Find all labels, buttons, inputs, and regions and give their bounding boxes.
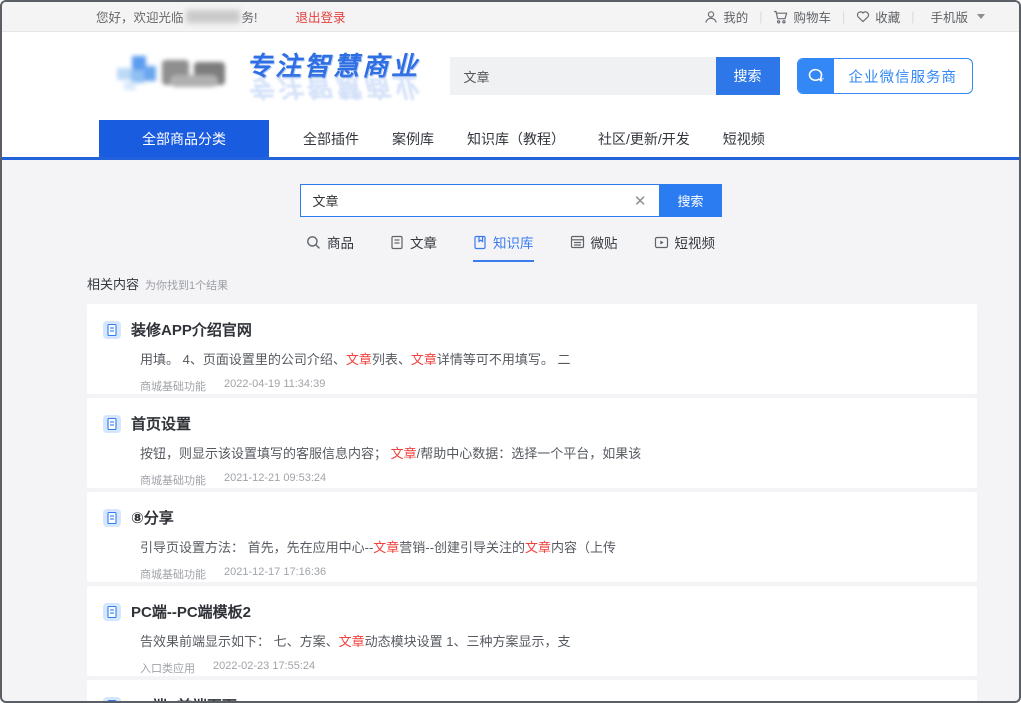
separator: | (911, 10, 914, 24)
result-category: 商城基础功能 (140, 472, 206, 488)
nav-link-知识库（教程）[interactable]: 知识库（教程） (467, 129, 565, 149)
content-search-button[interactable]: 搜索 (660, 184, 722, 217)
post-icon (570, 235, 585, 249)
censored-username (186, 10, 240, 23)
site-header: 专注智慧商业 专注智慧商业 搜索 企业微信服务商 (2, 32, 1019, 120)
document-icon (103, 697, 121, 703)
results-count: 为你找到1个结果 (145, 280, 228, 292)
all-categories-button[interactable]: 全部商品分类 (99, 120, 269, 157)
wechat-service-button[interactable]: 企业微信服务商 (797, 58, 974, 94)
result-meta: 商城基础功能 2022-04-19 11:34:39 (140, 378, 957, 394)
tab-微贴[interactable]: 微贴 (570, 232, 618, 262)
result-meta: 商城基础功能 2021-12-21 09:53:24 (140, 472, 957, 488)
greeting: 您好，欢迎光临 务! 退出登录 (96, 7, 346, 26)
result-title[interactable]: ⑧分享 (131, 507, 174, 528)
tab-短视频[interactable]: 短视频 (654, 232, 716, 262)
result-time: 2021-12-17 17:16:36 (224, 566, 326, 582)
content-search-row: ✕ 搜索 (2, 184, 1019, 217)
result-meta: 商城基础功能 2021-12-17 17:16:36 (140, 566, 957, 582)
slogan-text: 专注智慧商业 (246, 46, 420, 83)
result-item[interactable]: 装修APP介绍官网 用填。 4、页面设置里的公司介绍、文章列表、文章详情等可不用… (87, 304, 977, 394)
result-type-tabs: 商品 文章 知识库 微贴 短视频 (2, 232, 1019, 262)
result-title[interactable]: 首页设置 (131, 413, 191, 434)
header-search: 搜索 (450, 57, 780, 95)
greeting-prefix: 您好，欢迎光临 (96, 7, 184, 26)
greeting-suffix: 务! (242, 7, 258, 26)
topbar-link-我的[interactable]: 我的 (704, 7, 748, 26)
nav-links: 全部插件 案例库 知识库（教程） 社区/更新/开发 短视频 (303, 120, 765, 157)
nav-link-社区/更新/开发[interactable]: 社区/更新/开发 (598, 129, 690, 149)
logout-link[interactable]: 退出登录 (296, 7, 346, 26)
document-icon (103, 321, 121, 339)
result-snippet: 用填。 4、页面设置里的公司介绍、文章列表、文章详情等可不用填写。 二 (140, 349, 957, 368)
main-nav: 全部商品分类 全部插件 案例库 知识库（教程） 社区/更新/开发 短视频 (2, 120, 1019, 157)
result-meta: 入口类应用 2022-02-23 17:55:24 (140, 660, 957, 676)
wechat-service-label: 企业微信服务商 (834, 66, 973, 87)
result-time: 2022-04-19 11:34:39 (224, 378, 325, 394)
browser-page: 您好，欢迎光临 务! 退出登录 我的 | 购物车 | 收藏 | 手机版 (0, 0, 1021, 703)
knowledge-icon (473, 235, 487, 250)
topbar-link-收藏[interactable]: 收藏 (856, 7, 900, 26)
results-list: 装修APP介绍官网 用填。 4、页面设置里的公司介绍、文章列表、文章详情等可不用… (87, 304, 977, 703)
top-utility-bar: 您好，欢迎光临 务! 退出登录 我的 | 购物车 | 收藏 | 手机版 (2, 2, 1019, 32)
result-title[interactable]: PC端--PC端模板2 (131, 601, 251, 622)
result-title[interactable]: 装修APP介绍官网 (131, 319, 252, 340)
result-time: 2021-12-21 09:53:24 (224, 472, 326, 488)
document-icon (103, 509, 121, 527)
result-snippet: 告效果前端显示如下： 七、方案、文章动态模块设置 1、三种方案显示，支 (140, 631, 957, 650)
header-search-input[interactable] (450, 57, 716, 95)
separator: | (842, 10, 845, 24)
site-logo[interactable] (114, 51, 232, 102)
result-snippet: 引导页设置方法： 首先，先在应用中心--文章营销--创建引导关注的文章内容（上传 (140, 537, 957, 556)
result-item[interactable]: PC端--前端页面 (87, 680, 977, 703)
clear-search-icon[interactable]: ✕ (632, 192, 649, 210)
result-item[interactable]: ⑧分享 引导页设置方法： 首先，先在应用中心--文章营销--创建引导关注的文章内… (87, 492, 977, 582)
result-item[interactable]: PC端--PC端模板2 告效果前端显示如下： 七、方案、文章动态模块设置 1、三… (87, 586, 977, 676)
cart-icon (773, 10, 788, 24)
tab-商品[interactable]: 商品 (306, 232, 354, 262)
results-section: 相关内容为你找到1个结果 装修APP介绍官网 用填。 4、页面设置里的公司介绍、… (87, 274, 977, 703)
topbar-link-手机版[interactable]: 手机版 (925, 7, 985, 26)
result-category: 商城基础功能 (140, 378, 206, 394)
topbar-links: 我的 | 购物车 | 收藏 | 手机版 (704, 7, 985, 26)
result-snippet: 按钮，则显示该设置填写的客服信息内容； 文章/帮助中心数据：选择一个平台，如果该 (140, 443, 957, 462)
video-icon (654, 236, 669, 249)
result-category: 入口类应用 (140, 660, 195, 676)
tab-文章[interactable]: 文章 (390, 232, 437, 262)
topbar-link-购物车[interactable]: 购物车 (773, 7, 831, 26)
results-header: 相关内容为你找到1个结果 (87, 274, 977, 293)
result-category: 商城基础功能 (140, 566, 206, 582)
nav-link-案例库[interactable]: 案例库 (392, 129, 434, 149)
nav-link-短视频[interactable]: 短视频 (723, 129, 765, 149)
caret-down-icon (977, 14, 985, 19)
slogan: 专注智慧商业 专注智慧商业 (246, 46, 420, 106)
header-search-button[interactable]: 搜索 (716, 57, 780, 95)
content-search-box: ✕ (300, 184, 660, 217)
content-search-input[interactable] (313, 193, 632, 208)
heart-icon (856, 10, 870, 23)
separator: | (759, 10, 762, 24)
tab-知识库[interactable]: 知识库 (473, 232, 534, 262)
results-header-label: 相关内容 (87, 277, 139, 292)
document-icon (103, 415, 121, 433)
search-icon (306, 235, 321, 250)
article-icon (390, 235, 404, 250)
wechat-work-icon (798, 58, 834, 94)
result-title[interactable]: PC端--前端页面 (131, 695, 237, 703)
document-icon (103, 603, 121, 621)
nav-link-全部插件[interactable]: 全部插件 (303, 129, 359, 149)
content-area: ✕ 搜索 商品 文章 知识库 微贴 短视频 相关内容为你找到1个结果 (2, 160, 1019, 703)
result-time: 2022-02-23 17:55:24 (213, 660, 315, 676)
result-item[interactable]: 首页设置 按钮，则显示该设置填写的客服信息内容； 文章/帮助中心数据：选择一个平… (87, 398, 977, 488)
user-icon (704, 10, 718, 24)
